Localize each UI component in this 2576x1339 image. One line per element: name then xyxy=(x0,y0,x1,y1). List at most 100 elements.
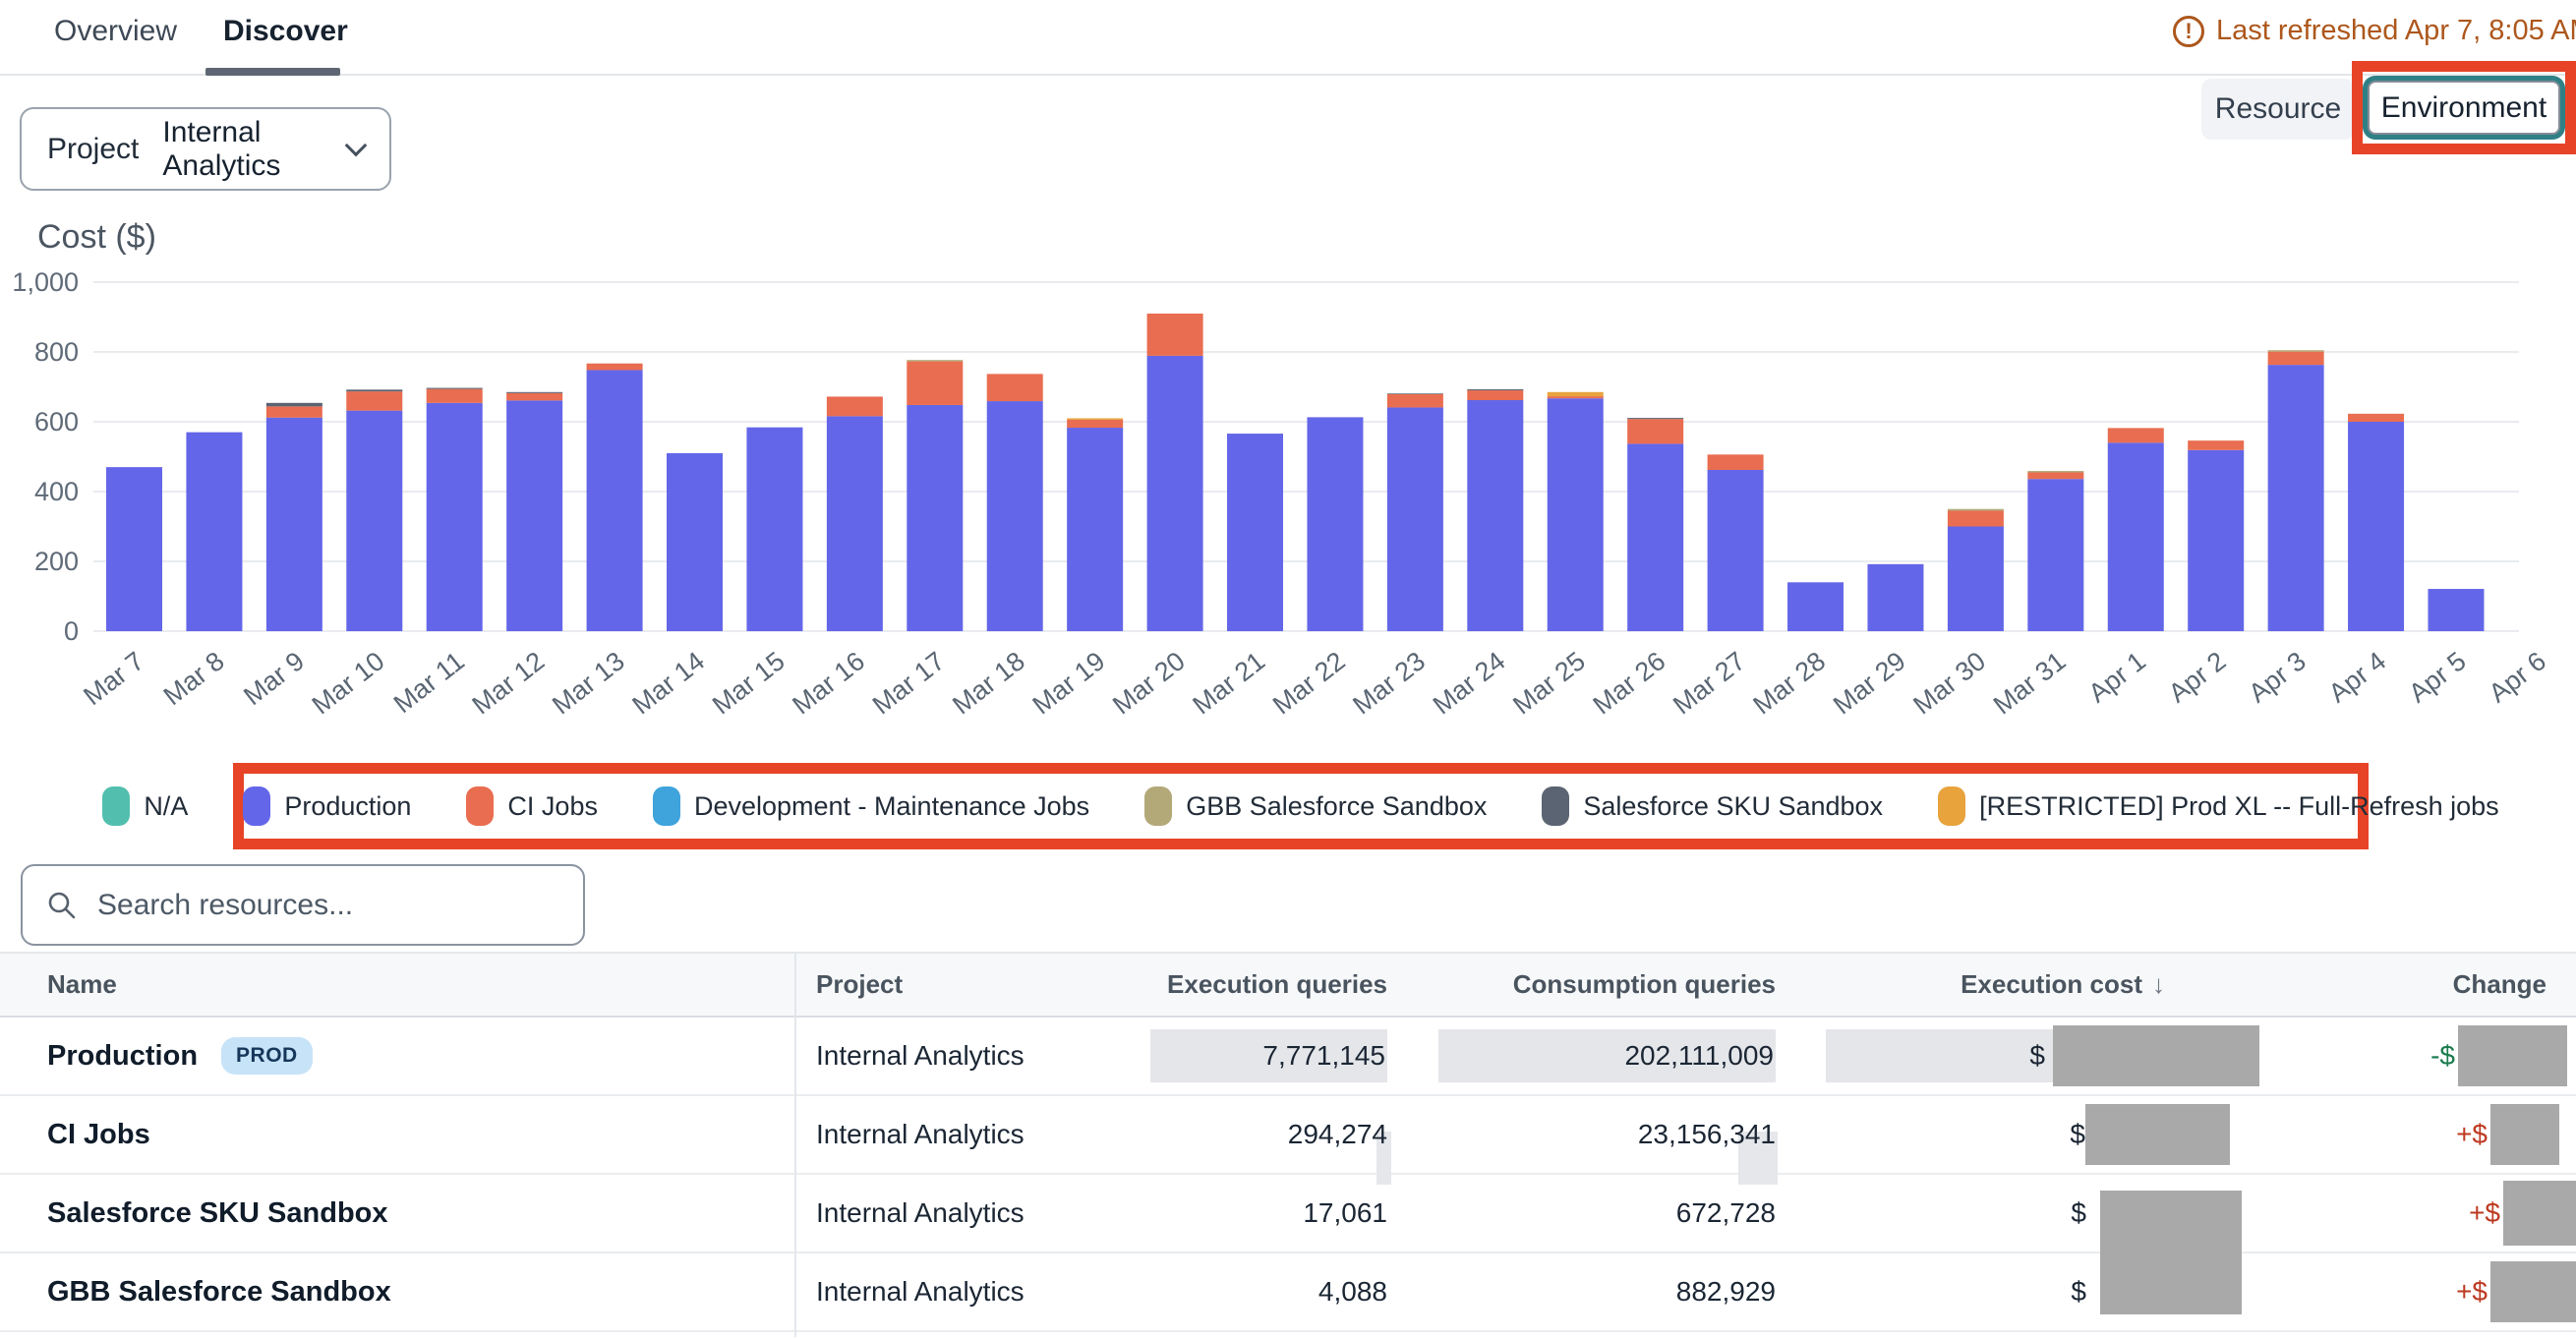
column-divider xyxy=(794,952,796,1337)
project-filter-dropdown[interactable]: Project Internal Analytics xyxy=(20,107,391,191)
search-resources-input[interactable] xyxy=(78,866,583,944)
svg-text:200: 200 xyxy=(34,547,79,576)
sort-descending-icon: ↓ xyxy=(2152,969,2165,1000)
gbb-sandbox-swatch-icon xyxy=(1144,786,1172,826)
svg-text:Apr 1: Apr 1 xyxy=(2083,646,2151,708)
ci-jobs-swatch-icon xyxy=(466,786,494,826)
svg-text:Mar 22: Mar 22 xyxy=(1267,646,1351,720)
change-prefix-positive: +$ xyxy=(2456,1276,2488,1308)
cost-currency-prefix: $ xyxy=(2071,1276,2086,1308)
svg-text:Mar 15: Mar 15 xyxy=(707,646,790,720)
svg-text:1,000: 1,000 xyxy=(12,267,79,297)
redacted-cost-value xyxy=(2053,1025,2259,1086)
execution-queries-value: 294,274 xyxy=(1288,1119,1387,1150)
redacted-cost-value xyxy=(2085,1104,2230,1165)
alert-circle-icon: ! xyxy=(2173,16,2204,47)
resource-project: Internal Analytics xyxy=(794,1197,1150,1229)
last-refreshed-status: ! Last refreshed Apr 7, 8:05 AM PD xyxy=(2173,15,2576,47)
svg-text:Apr 4: Apr 4 xyxy=(2323,646,2391,708)
cost-stacked-bar-chart[interactable]: 02004006008001,000Mar 7Mar 8Mar 9Mar 10M… xyxy=(0,246,2576,747)
last-refreshed-text: Last refreshed Apr 7, 8:05 AM PD xyxy=(2216,15,2576,47)
active-tab-indicator xyxy=(205,68,340,76)
svg-text:Mar 18: Mar 18 xyxy=(947,646,1030,720)
legend-item-restricted-prod-xl[interactable]: [RESTRICTED] Prod XL -- Full-Refresh job… xyxy=(1938,786,2499,826)
legend-item-development-maintenance-jobs[interactable]: Development - Maintenance Jobs xyxy=(653,786,1089,826)
svg-text:Mar 11: Mar 11 xyxy=(388,646,470,719)
sku-sandbox-swatch-icon xyxy=(1542,786,1569,826)
legend-label: GBB Salesforce Sandbox xyxy=(1186,791,1487,822)
annotation-box-environment: Environment xyxy=(2352,61,2576,154)
redacted-change-value xyxy=(2503,1181,2576,1246)
prod-badge: PROD xyxy=(221,1037,313,1075)
column-header-change[interactable]: Change xyxy=(2259,969,2576,1000)
resource-name: CI Jobs xyxy=(47,1119,150,1151)
resources-table: Name Project Execution queries Consumpti… xyxy=(0,952,2576,1339)
svg-text:Mar 9: Mar 9 xyxy=(238,646,310,711)
svg-text:Mar 7: Mar 7 xyxy=(78,646,149,711)
svg-text:Apr 5: Apr 5 xyxy=(2403,646,2471,708)
highlighted-value: $ xyxy=(1826,1029,2053,1082)
project-filter-label: Project xyxy=(47,133,139,166)
na-swatch-icon xyxy=(102,786,130,826)
resource-project: Internal Analytics xyxy=(794,1276,1150,1308)
svg-text:Mar 30: Mar 30 xyxy=(1907,646,1991,720)
legend-item-ci-jobs[interactable]: CI Jobs xyxy=(466,786,598,826)
restricted-prod-xl-swatch-icon xyxy=(1938,786,1965,826)
svg-text:Mar 26: Mar 26 xyxy=(1588,646,1671,720)
column-header-consumption-queries[interactable]: Consumption queries xyxy=(1391,969,1776,1000)
svg-text:Mar 16: Mar 16 xyxy=(787,646,870,720)
legend-label: Salesforce SKU Sandbox xyxy=(1583,791,1883,822)
tab-discover[interactable]: Discover xyxy=(223,15,348,48)
development-swatch-icon xyxy=(653,786,680,826)
consumption-queries-value: 672,728 xyxy=(1676,1197,1776,1229)
svg-text:Mar 20: Mar 20 xyxy=(1107,646,1191,720)
highlighted-value: 7,771,145 xyxy=(1150,1029,1387,1082)
table-row-production[interactable]: Production PROD Internal Analytics 7,771… xyxy=(0,1018,2576,1096)
resource-name: Salesforce SKU Sandbox xyxy=(47,1197,388,1230)
svg-text:0: 0 xyxy=(64,616,79,646)
cost-currency-prefix: $ xyxy=(2070,1119,2085,1150)
search-icon xyxy=(46,890,78,921)
column-header-execution-cost[interactable]: Execution cost ↓ xyxy=(1776,969,2259,1000)
svg-text:600: 600 xyxy=(34,407,79,437)
svg-text:Mar 23: Mar 23 xyxy=(1347,646,1431,720)
column-header-execution-queries[interactable]: Execution queries xyxy=(1150,969,1391,1000)
highlighted-value: 202,111,009 xyxy=(1438,1029,1776,1082)
environment-toggle-button[interactable]: Environment xyxy=(2368,81,2560,135)
column-header-name[interactable]: Name xyxy=(0,969,794,1000)
svg-text:Mar 29: Mar 29 xyxy=(1828,646,1911,720)
svg-text:Apr 6: Apr 6 xyxy=(2484,646,2551,708)
legend-item-salesforce-sku-sandbox[interactable]: Salesforce SKU Sandbox xyxy=(1542,786,1883,826)
resource-name: GBB Salesforce Sandbox xyxy=(47,1276,391,1309)
svg-text:Mar 31: Mar 31 xyxy=(1988,646,2072,720)
execution-queries-value: 7,771,145 xyxy=(1262,1040,1385,1072)
legend-label: CI Jobs xyxy=(507,791,598,822)
svg-text:Mar 25: Mar 25 xyxy=(1507,646,1591,720)
legend-label: Production xyxy=(284,791,411,822)
chevron-down-icon xyxy=(345,134,368,156)
resource-project: Internal Analytics xyxy=(794,1119,1150,1150)
redacted-change-value xyxy=(2490,1261,2576,1322)
annotation-box-legend: N/A Production CI Jobs Development - Mai… xyxy=(233,763,2369,849)
cost-currency-prefix: $ xyxy=(2071,1197,2086,1229)
table-row-ci-jobs[interactable]: CI Jobs Internal Analytics 294,274 23,15… xyxy=(0,1096,2576,1175)
resource-name: Production xyxy=(47,1040,198,1073)
legend-label: N/A xyxy=(144,791,188,822)
resource-toggle-button[interactable]: Resource xyxy=(2201,79,2355,140)
legend-item-gbb-salesforce-sandbox[interactable]: GBB Salesforce Sandbox xyxy=(1144,786,1487,826)
svg-text:Mar 14: Mar 14 xyxy=(627,646,711,720)
redacted-change-value xyxy=(2490,1104,2559,1165)
svg-text:Mar 27: Mar 27 xyxy=(1668,646,1751,720)
svg-text:Mar 21: Mar 21 xyxy=(1188,646,1271,720)
legend-item-production[interactable]: Production xyxy=(243,786,411,826)
execution-queries-value: 4,088 xyxy=(1318,1276,1387,1308)
consumption-queries-value: 23,156,341 xyxy=(1638,1119,1776,1150)
resource-project: Internal Analytics xyxy=(794,1040,1150,1072)
tab-bar: Overview Discover ! Last refreshed Apr 7… xyxy=(0,0,2576,76)
column-header-project[interactable]: Project xyxy=(794,969,1150,1000)
search-resources-box xyxy=(21,864,585,946)
legend-item-na[interactable]: N/A xyxy=(102,786,188,826)
tab-overview[interactable]: Overview xyxy=(54,15,177,48)
svg-text:Mar 24: Mar 24 xyxy=(1428,646,1511,720)
svg-text:800: 800 xyxy=(34,337,79,367)
